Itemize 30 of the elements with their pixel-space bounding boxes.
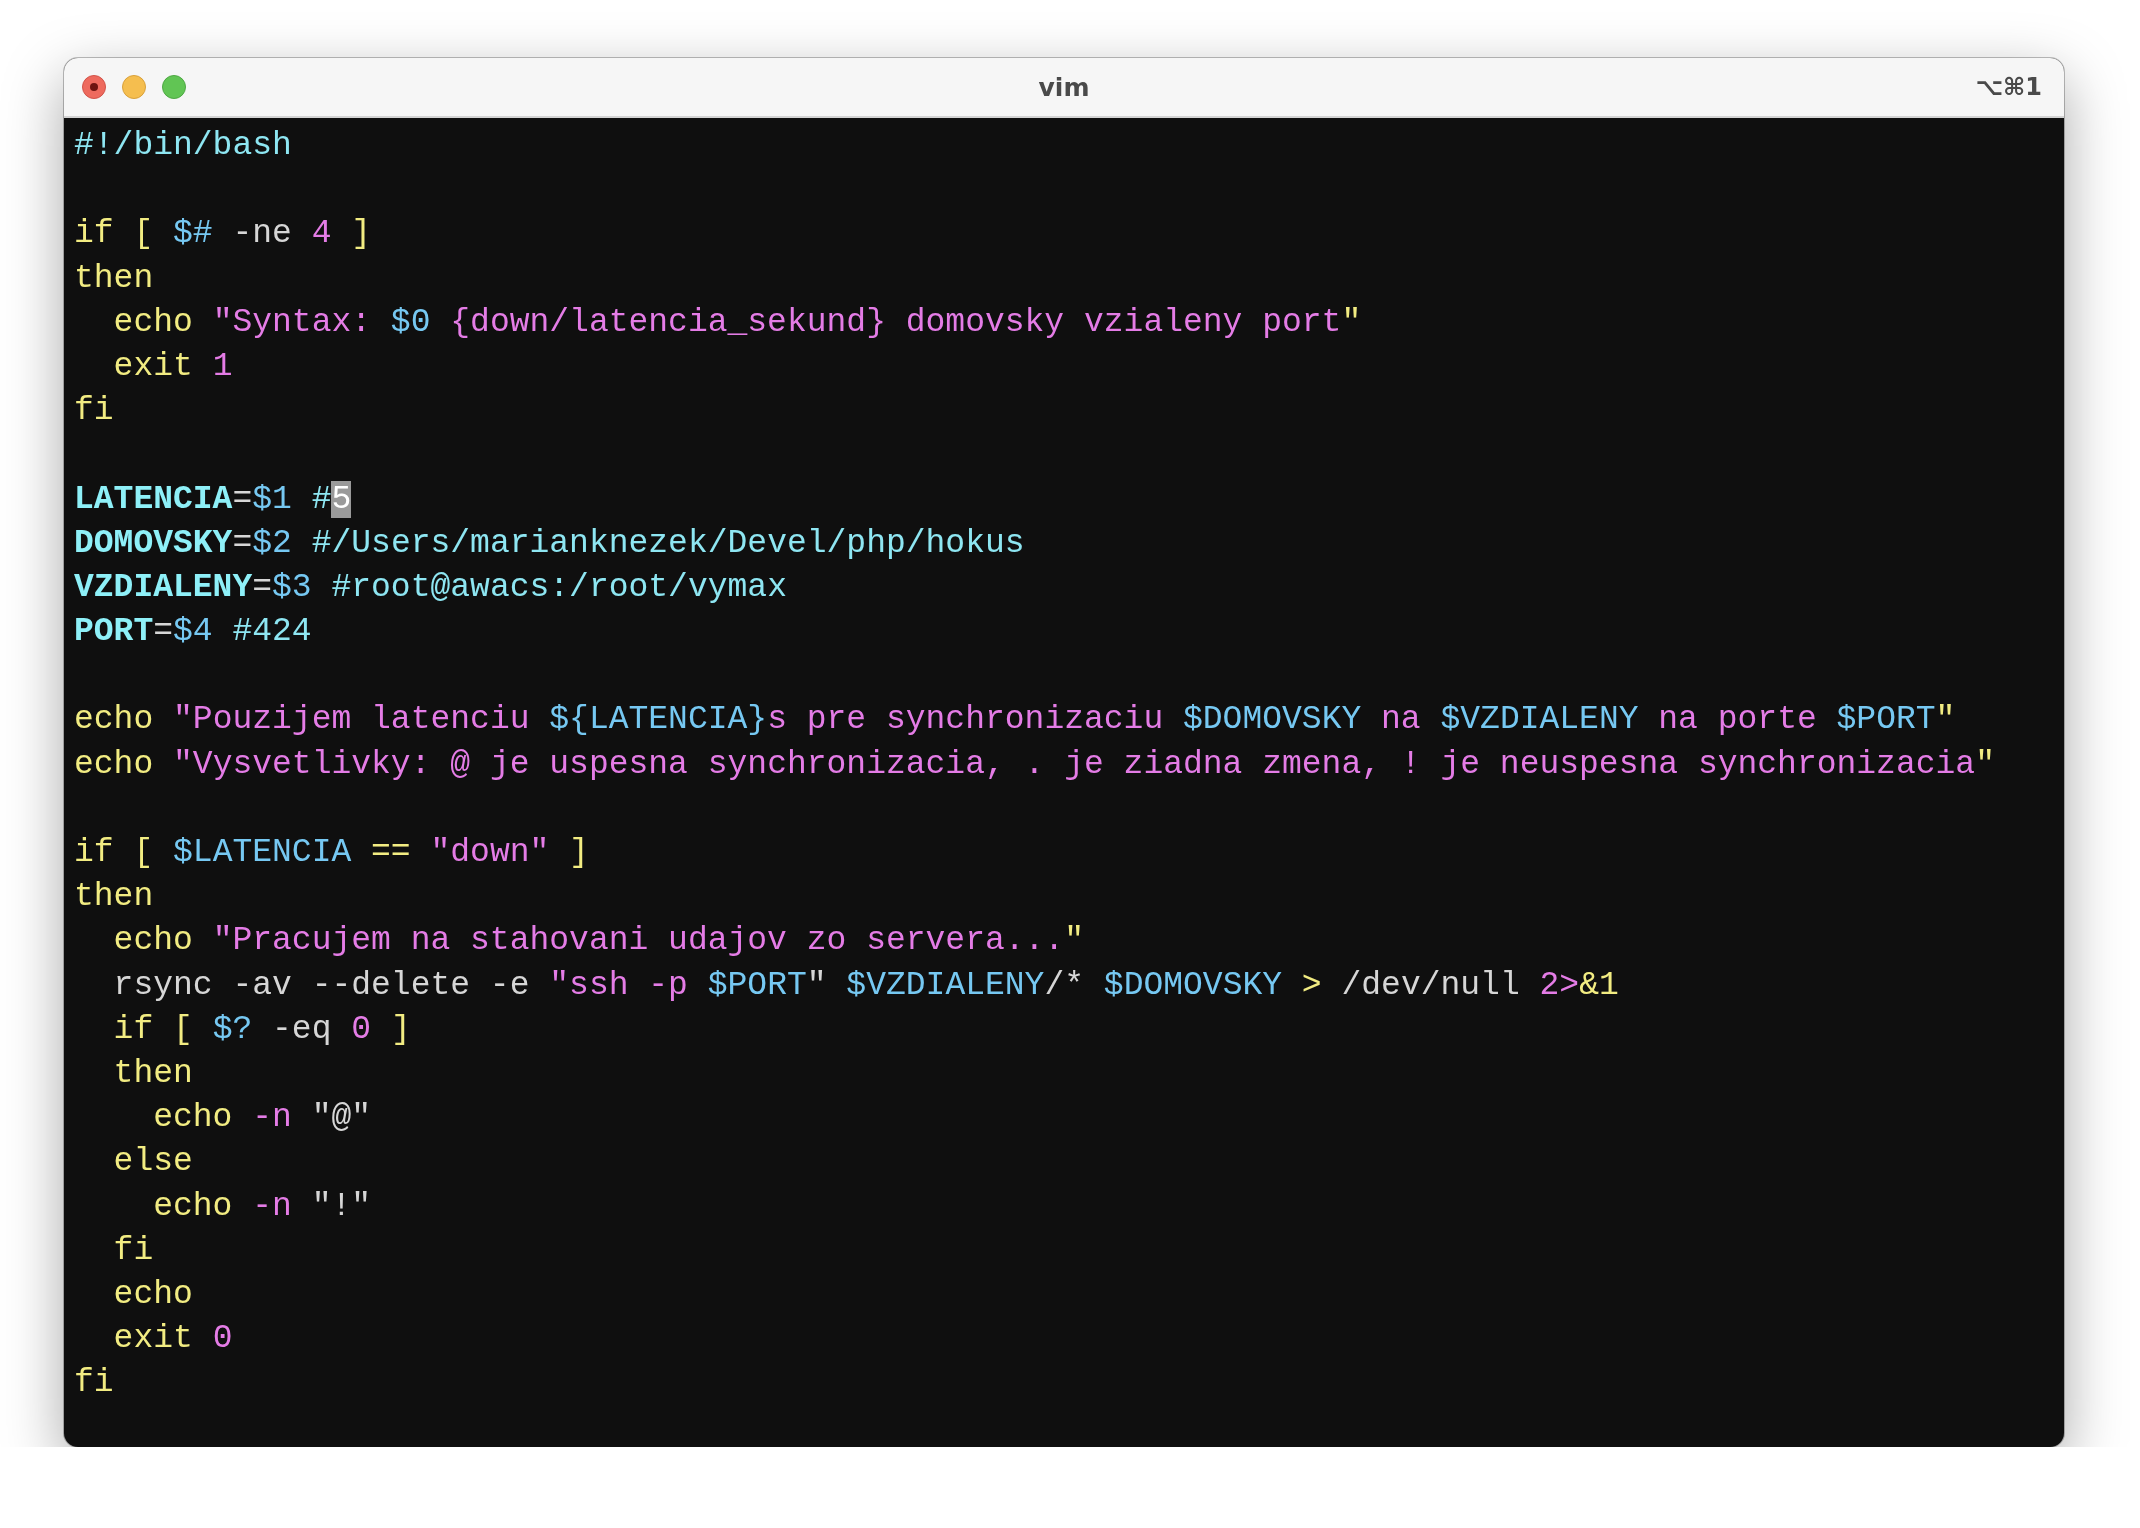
code-line: then	[112, 1053, 193, 1094]
code-line: fi	[112, 1230, 154, 1271]
shortcut-label: ⌥⌘1	[1975, 73, 2042, 101]
code-line: LATENCIA=$1 #5	[74, 479, 352, 520]
code-line: else	[112, 1142, 193, 1183]
code-line: echo -n "!"	[152, 1186, 372, 1227]
code-line: exit 1	[112, 346, 233, 387]
minimize-button[interactable]	[122, 75, 146, 99]
window-title: vim	[1038, 72, 1090, 102]
code-line: echo	[112, 1274, 193, 1315]
code-line: echo "Syntax: $0 {down/latencia_sekund} domovsky vzialeny port"	[112, 302, 1362, 343]
code-line: VZDIALENY=$3 #root@awacs:/root/vymax	[74, 567, 787, 608]
code-line: echo -n "@"	[152, 1098, 372, 1139]
code-line: echo "Vysvetlivky: @ je uspesna synchronizacia, . je ziadna zmena, ! je neuspesna synchronizacia"	[74, 744, 1995, 785]
code-line: if [ $# -ne 4 ]	[74, 214, 372, 255]
zoom-button[interactable]	[162, 75, 186, 99]
code-line: #!/bin/bash	[74, 126, 292, 166]
code-line: then	[74, 258, 154, 299]
code-line: echo "Pouzijem latenciu ${LATENCIA}s pre synchronizaciu $DOMOVSKY na $VZDIALENY na porte $PORT"	[74, 700, 1956, 741]
code-line: rsync -av --delete -e "ssh -p $PORT" $VZDIALENY/* $DOMOVSKY > /dev/null 2>&1	[112, 965, 1619, 1006]
code-line: DOMOVSKY=$2 #/Users/marianknezek/Devel/php/hokus	[74, 523, 1025, 564]
code-line: PORT=$4 #424	[74, 612, 312, 653]
code-line: exit 0	[112, 1319, 233, 1360]
code-line: echo "Pracujem na stahovani udajov zo servera..."	[112, 921, 1084, 962]
code-line: if [ $LATENCIA == "down" ]	[74, 833, 589, 873]
code-line: fi	[74, 391, 114, 432]
close-button[interactable]	[82, 75, 106, 99]
code-line: fi	[74, 1363, 114, 1404]
code-line: if [ $? -eq 0 ]	[112, 1009, 411, 1050]
code-line: then	[74, 877, 154, 918]
